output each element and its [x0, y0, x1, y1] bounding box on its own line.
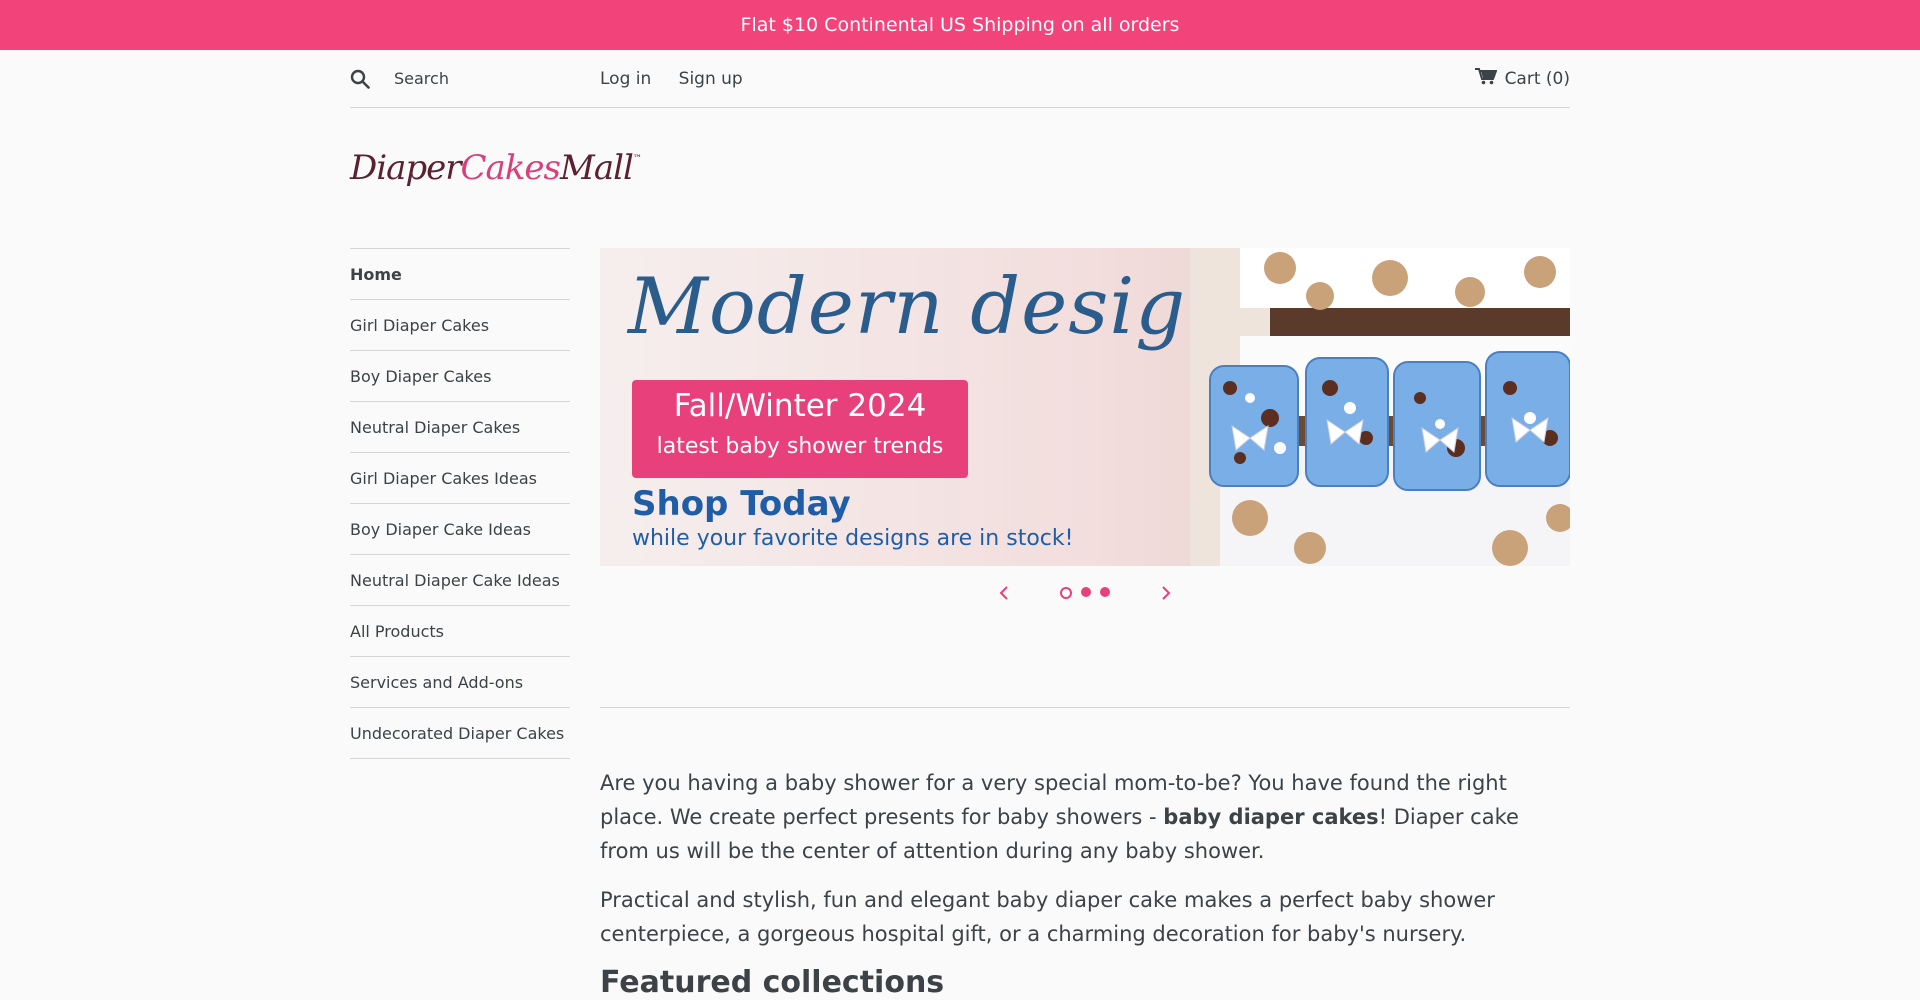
announcement-text: Flat $10 Continental US Shipping on all … — [740, 14, 1180, 36]
hero-stock-note: while your favorite designs are in stock… — [632, 526, 1074, 551]
sidebar-nav: Home Girl Diaper Cakes Boy Diaper Cakes … — [350, 248, 570, 759]
hero-season-badge: Fall/Winter 2024 latest baby shower tren… — [632, 380, 968, 478]
sidebar-item-neutral-diaper-cakes[interactable]: Neutral Diaper Cakes — [350, 402, 570, 453]
logo-word-mall: Mall — [560, 148, 634, 188]
signup-link[interactable]: Sign up — [679, 69, 743, 89]
search-icon[interactable] — [350, 69, 394, 89]
sidebar-item-boy-diaper-cakes[interactable]: Boy Diaper Cakes — [350, 351, 570, 402]
account-links: Log in Sign up — [600, 69, 765, 89]
featured-collections-heading: Featured collections — [600, 965, 945, 1000]
logo-trademark: ™ — [632, 154, 642, 164]
slider-dot-3[interactable] — [1100, 587, 1110, 597]
logo-word-diaper: Diaper — [350, 148, 462, 188]
login-link[interactable]: Log in — [600, 69, 651, 89]
sidebar-item-home[interactable]: Home — [350, 249, 570, 300]
cart-label: Cart (0) — [1504, 68, 1570, 89]
logo-word-cakes: Cakes — [460, 148, 561, 188]
diaper-cake-image — [1190, 248, 1570, 566]
sidebar-item-services-add-ons[interactable]: Services and Add-ons — [350, 657, 570, 708]
intro-bold-link: baby diaper cakes — [1163, 805, 1379, 829]
sidebar-item-boy-diaper-cake-ideas[interactable]: Boy Diaper Cake Ideas — [350, 504, 570, 555]
chevron-right-icon[interactable] — [1152, 579, 1180, 607]
chevron-left-icon[interactable] — [990, 579, 1018, 607]
intro-content: Are you having a baby shower for a very … — [600, 766, 1570, 1000]
slider-controls — [600, 578, 1570, 608]
sidebar-item-all-products[interactable]: All Products — [350, 606, 570, 657]
announcement-bar: Flat $10 Continental US Shipping on all … — [0, 0, 1920, 50]
content-divider — [600, 707, 1570, 708]
slider-dots — [1060, 587, 1110, 599]
sidebar-item-girl-diaper-cakes-ideas[interactable]: Girl Diaper Cakes Ideas — [350, 453, 570, 504]
hero-slide[interactable]: Modern designs Fall/Winter 2024 latest b… — [600, 248, 1570, 566]
cart-link[interactable]: Cart (0) — [1474, 67, 1570, 90]
search-input[interactable] — [394, 69, 584, 88]
hero-shop-today: Shop Today — [632, 484, 851, 524]
slider-dot-2[interactable] — [1081, 587, 1091, 597]
sidebar-item-girl-diaper-cakes[interactable]: Girl Diaper Cakes — [350, 300, 570, 351]
hero-badge-subtitle: latest baby shower trends — [656, 434, 944, 459]
intro-paragraph-1: Are you having a baby shower for a very … — [600, 766, 1570, 868]
sidebar-item-neutral-diaper-cake-ideas[interactable]: Neutral Diaper Cake Ideas — [350, 555, 570, 606]
sidebar-item-undecorated-diaper-cakes[interactable]: Undecorated Diaper Cakes — [350, 708, 570, 759]
search-form — [350, 59, 600, 99]
intro-paragraph-2: Practical and stylish, fun and elegant b… — [600, 888, 1495, 946]
hero-badge-title: Fall/Winter 2024 — [673, 388, 927, 424]
site-logo[interactable]: DiaperCakesMall™ — [350, 148, 1570, 188]
top-bar: Log in Sign up Cart (0) — [350, 50, 1570, 108]
cart-icon — [1474, 67, 1498, 90]
slider-dot-1[interactable] — [1060, 587, 1072, 599]
